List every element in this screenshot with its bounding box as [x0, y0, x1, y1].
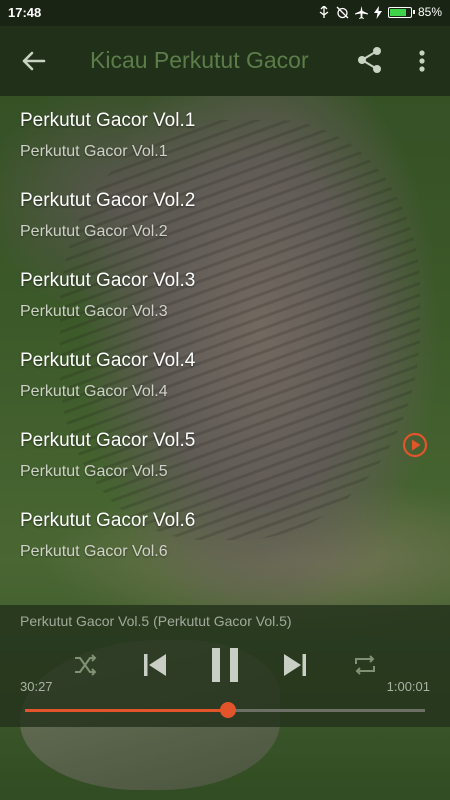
track-subtitle: Perkutut Gacor Vol.3 — [20, 303, 168, 320]
track-item-5[interactable]: Perkutut Gacor Vol.5 Perkutut Gacor Vol.… — [0, 416, 450, 496]
track-item-1[interactable]: Perkutut Gacor Vol.1 Perkutut Gacor Vol.… — [0, 96, 450, 176]
charging-icon — [373, 5, 382, 19]
more-options-button[interactable] — [412, 46, 432, 76]
track-subtitle: Perkutut Gacor Vol.4 — [20, 383, 168, 400]
play-circle-icon — [402, 432, 428, 458]
alarm-off-icon — [336, 6, 349, 18]
skip-previous-icon — [144, 654, 166, 676]
share-button[interactable] — [356, 45, 384, 75]
battery-icon — [387, 6, 415, 18]
shuffle-icon — [75, 654, 97, 676]
shuffle-button[interactable] — [65, 645, 105, 685]
track-title: Perkutut Gacor Vol.3 — [20, 270, 196, 291]
previous-button[interactable] — [135, 645, 175, 685]
repeat-button[interactable] — [345, 645, 385, 685]
usb-icon — [319, 6, 329, 18]
repeat-icon — [355, 655, 375, 675]
track-list: Perkutut Gacor Vol.1 Perkutut Gacor Vol.… — [0, 96, 450, 576]
track-subtitle: Perkutut Gacor Vol.2 — [20, 223, 168, 240]
share-icon — [358, 47, 381, 73]
track-title: Perkutut Gacor Vol.5 — [20, 430, 196, 451]
next-button[interactable] — [275, 645, 315, 685]
pause-button[interactable] — [205, 645, 245, 685]
player-panel: Perkutut Gacor Vol.5 (Perkutut Gacor Vol… — [0, 605, 450, 727]
app-toolbar: Kicau Perkutut Gacor — [0, 26, 450, 96]
pause-icon — [212, 648, 238, 682]
status-icons: 85% — [318, 5, 442, 19]
track-subtitle: Perkutut Gacor Vol.5 — [20, 463, 168, 480]
duration: 1:00:01 — [386, 679, 430, 694]
arrow-left-icon — [22, 51, 46, 71]
track-title: Perkutut Gacor Vol.6 — [20, 510, 196, 531]
battery-percent: 85% — [417, 5, 442, 19]
track-title: Perkutut Gacor Vol.1 — [20, 110, 196, 131]
track-title: Perkutut Gacor Vol.2 — [20, 190, 196, 211]
page-title: Kicau Perkutut Gacor — [90, 47, 309, 73]
status-bar: 17:48 85% — [0, 0, 450, 26]
more-vert-icon — [419, 50, 425, 72]
seek-bar[interactable] — [25, 702, 425, 718]
track-item-4[interactable]: Perkutut Gacor Vol.4 Perkutut Gacor Vol.… — [0, 336, 450, 416]
track-item-3[interactable]: Perkutut Gacor Vol.3 Perkutut Gacor Vol.… — [0, 256, 450, 336]
skip-next-icon — [284, 654, 306, 676]
status-time: 17:48 — [8, 5, 42, 20]
current-time: 30:27 — [20, 679, 53, 694]
track-item-2[interactable]: Perkutut Gacor Vol.2 Perkutut Gacor Vol.… — [0, 176, 450, 256]
back-button[interactable] — [18, 46, 50, 76]
track-subtitle: Perkutut Gacor Vol.6 — [20, 543, 168, 560]
airplane-icon — [354, 5, 368, 19]
track-subtitle: Perkutut Gacor Vol.1 — [20, 143, 168, 160]
seek-progress — [25, 709, 228, 712]
now-playing-button[interactable] — [402, 432, 428, 463]
now-playing-text: Perkutut Gacor Vol.5 (Perkutut Gacor Vol… — [20, 613, 292, 629]
track-title: Perkutut Gacor Vol.4 — [20, 350, 196, 371]
track-item-6[interactable]: Perkutut Gacor Vol.6 Perkutut Gacor Vol.… — [0, 496, 450, 576]
seek-handle[interactable] — [219, 702, 236, 718]
